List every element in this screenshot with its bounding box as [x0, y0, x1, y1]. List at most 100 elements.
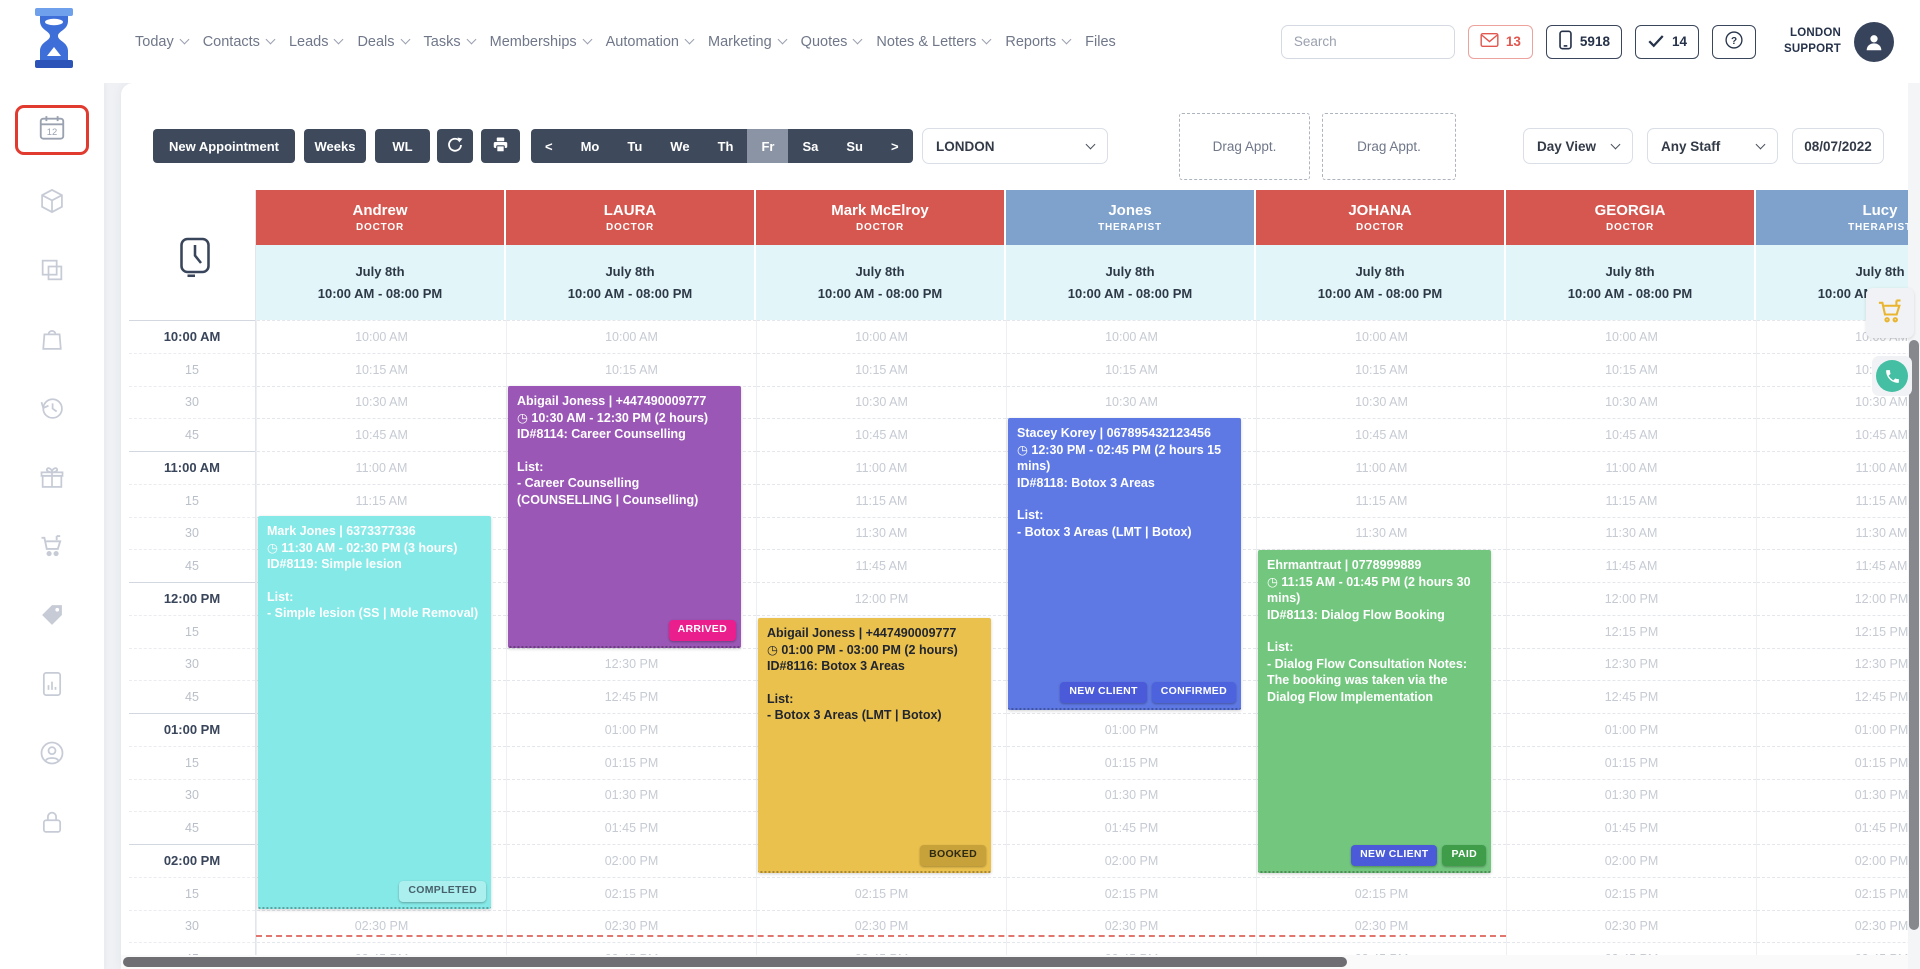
time-slot[interactable]: 11:00 AM — [757, 451, 1006, 484]
time-slot[interactable]: 01:45 PM — [1507, 811, 1756, 844]
nav-item-files[interactable]: Files — [1085, 34, 1116, 50]
time-slot[interactable]: 12:15 PM — [1507, 614, 1756, 648]
time-slot[interactable]: 12:30 PM — [507, 647, 756, 681]
time-slot[interactable]: 12:45 PM — [1757, 680, 1920, 713]
time-slot[interactable]: 01:00 PM — [1007, 713, 1256, 746]
time-slot[interactable]: 02:30 PM — [1507, 909, 1756, 943]
time-slot[interactable]: 02:00 PM — [1007, 844, 1256, 877]
time-slot[interactable]: 02:15 PM — [1007, 876, 1256, 910]
nav-item-contacts[interactable]: Contacts — [203, 34, 276, 50]
time-slot[interactable]: 10:00 AM — [507, 320, 756, 353]
time-slot[interactable]: 10:45 AM — [1507, 418, 1756, 451]
staff-column-header[interactable]: Mark McElroy DOCTOR — [756, 190, 1006, 245]
time-slot[interactable]: 11:00 AM — [1257, 451, 1506, 484]
time-slot[interactable]: 11:15 AM — [1507, 483, 1756, 517]
nav-item-marketing[interactable]: Marketing — [708, 34, 788, 50]
time-slot[interactable]: 02:00 PM — [1507, 844, 1756, 877]
new-appointment-button[interactable]: New Appointment — [153, 129, 295, 163]
time-slot[interactable]: 10:00 AM — [757, 320, 1006, 353]
staff-column-header[interactable]: Lucy THERAPIST — [1756, 190, 1920, 245]
quick-cart-button[interactable] — [1866, 288, 1914, 338]
time-slot[interactable]: 12:00 PM — [757, 582, 1006, 615]
help-badge[interactable]: ? — [1712, 24, 1756, 59]
time-slot[interactable]: 11:30 AM — [1507, 516, 1756, 550]
day-cell-fr[interactable]: Fr — [747, 129, 789, 163]
time-slot[interactable]: 12:30 PM — [1507, 647, 1756, 681]
appointment-block[interactable]: Abigail Joness | +447490009777 ◷ 10:30 AM… — [508, 386, 741, 648]
sidebar-item-cube[interactable] — [24, 182, 80, 224]
time-slot[interactable]: 12:45 PM — [1507, 680, 1756, 713]
time-slot[interactable]: 02:30 PM — [507, 909, 756, 943]
time-slot[interactable]: 11:00 AM — [1757, 451, 1920, 484]
staff-column-header[interactable]: Andrew DOCTOR — [256, 190, 506, 245]
day-cell-th[interactable]: Th — [704, 129, 748, 163]
tasks-badge[interactable]: 14 — [1634, 24, 1699, 59]
time-slot[interactable]: 02:30 PM — [1007, 909, 1256, 943]
time-slot[interactable]: 11:30 AM — [1757, 516, 1920, 550]
horizontal-scrollbar-thumb[interactable] — [123, 957, 1347, 967]
time-slot[interactable]: 01:30 PM — [1757, 778, 1920, 812]
time-slot[interactable]: 10:30 AM — [1507, 385, 1756, 419]
sidebar-item-tag[interactable] — [24, 596, 80, 638]
quick-call-button[interactable] — [1872, 356, 1912, 396]
prev-day-button[interactable]: < — [531, 129, 567, 163]
appointment-block[interactable]: Abigail Joness | +447490009777 ◷ 01:00 PM… — [758, 618, 991, 873]
time-slot[interactable]: 12:45 PM — [507, 680, 756, 713]
next-day-button[interactable]: > — [877, 129, 913, 163]
staff-column-header[interactable]: LAURA DOCTOR — [506, 190, 756, 245]
time-slot[interactable]: 01:30 PM — [507, 778, 756, 812]
app-logo[interactable] — [30, 7, 78, 69]
time-slot[interactable]: 11:15 AM — [757, 483, 1006, 517]
location-select[interactable]: LONDON — [922, 128, 1108, 164]
time-slot[interactable]: 01:15 PM — [1507, 745, 1756, 779]
time-slot[interactable]: 11:00 AM — [1507, 451, 1756, 484]
refresh-button[interactable] — [437, 129, 473, 163]
nav-item-notes-letters[interactable]: Notes & Letters — [876, 34, 992, 50]
staff-column-header[interactable]: Jones THERAPIST — [1006, 190, 1256, 245]
time-slot[interactable]: 10:15 AM — [1257, 352, 1506, 386]
time-slot[interactable]: 01:00 PM — [1507, 713, 1756, 746]
time-slot[interactable]: 01:45 PM — [1757, 811, 1920, 844]
time-slot[interactable]: 10:45 AM — [1257, 418, 1506, 451]
user-avatar[interactable] — [1854, 21, 1894, 62]
time-slot[interactable]: 10:00 AM — [257, 320, 506, 353]
time-slot[interactable]: 11:00 AM — [257, 451, 506, 484]
day-cell-mo[interactable]: Mo — [567, 129, 614, 163]
time-slot[interactable]: 10:30 AM — [757, 385, 1006, 419]
time-slot[interactable]: 01:15 PM — [507, 745, 756, 779]
day-cell-sa[interactable]: Sa — [788, 129, 832, 163]
time-slot[interactable]: 11:15 AM — [1757, 483, 1920, 517]
time-slot[interactable]: 10:30 AM — [1007, 385, 1256, 419]
drag-appointment-slot-2[interactable]: Drag Appt. — [1322, 113, 1456, 180]
view-select[interactable]: Day View — [1523, 128, 1633, 164]
time-slot[interactable]: 10:30 AM — [257, 385, 506, 419]
messages-badge[interactable]: 13 — [1467, 24, 1533, 59]
time-slot[interactable]: 01:15 PM — [1007, 745, 1256, 779]
day-cell-we[interactable]: We — [656, 129, 703, 163]
time-slot[interactable]: 11:15 AM — [257, 483, 506, 517]
waiting-list-button[interactable]: WL — [375, 129, 430, 163]
time-slot[interactable]: 02:15 PM — [1507, 876, 1756, 910]
time-slot[interactable]: 11:30 AM — [757, 516, 1006, 550]
staff-column-header[interactable]: JOHANA DOCTOR — [1256, 190, 1506, 245]
nav-item-reports[interactable]: Reports — [1005, 34, 1072, 50]
day-cell-tu[interactable]: Tu — [613, 129, 656, 163]
time-slot[interactable]: 10:00 AM — [1257, 320, 1506, 353]
time-slot[interactable]: 10:00 AM — [1507, 320, 1756, 353]
time-slot[interactable]: 10:45 AM — [757, 418, 1006, 451]
time-slot[interactable]: 11:45 AM — [757, 549, 1006, 582]
sidebar-item-lock[interactable] — [24, 803, 80, 845]
appointment-block[interactable]: Stacey Korey | 067895432123456 ◷ 12:30 PM… — [1008, 418, 1241, 710]
drag-appointment-slot-1[interactable]: Drag Appt. — [1179, 113, 1310, 180]
time-slot[interactable]: 11:30 AM — [1257, 516, 1506, 550]
time-slot[interactable]: 02:00 PM — [507, 844, 756, 877]
time-slot[interactable]: 10:45 AM — [1757, 418, 1920, 451]
nav-item-today[interactable]: Today — [135, 34, 190, 50]
sidebar-item-windows[interactable] — [24, 251, 80, 293]
time-slot[interactable]: 02:00 PM — [1757, 844, 1920, 877]
time-slot[interactable]: 01:30 PM — [1507, 778, 1756, 812]
sidebar-item-gift[interactable] — [24, 458, 80, 500]
time-slot[interactable]: 12:15 PM — [1757, 614, 1920, 648]
time-slot[interactable]: 02:30 PM — [757, 909, 1006, 943]
search-input[interactable] — [1281, 34, 1454, 49]
